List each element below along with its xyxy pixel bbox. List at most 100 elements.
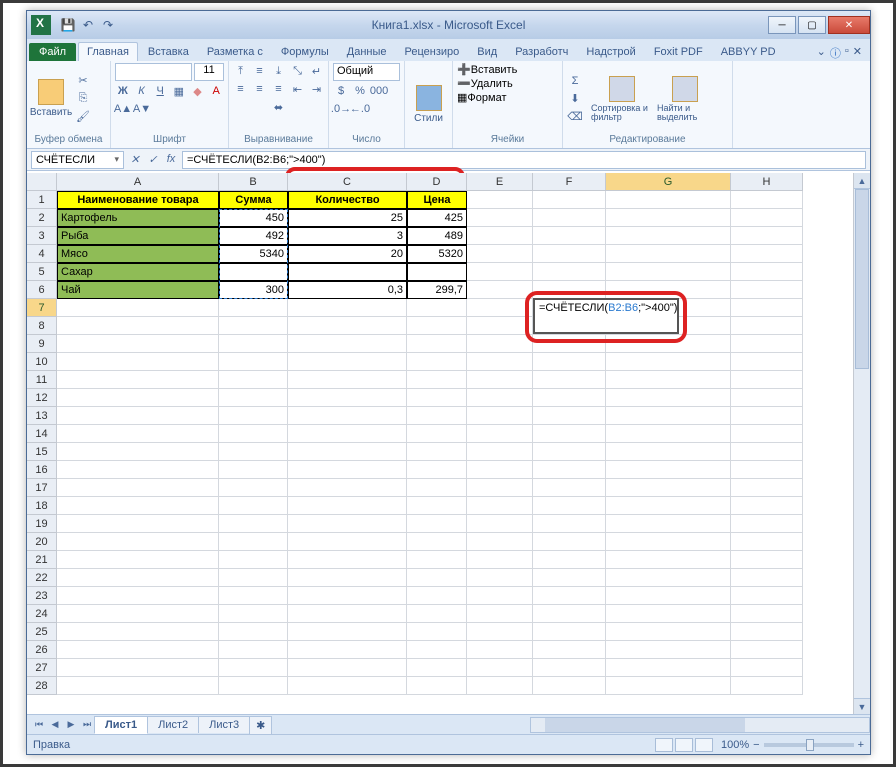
cell[interactable]	[288, 263, 407, 281]
cell[interactable]	[606, 245, 731, 263]
cell[interactable]	[219, 353, 288, 371]
cell[interactable]	[288, 533, 407, 551]
dec-increase-icon[interactable]: .0→	[333, 101, 349, 117]
cell[interactable]	[219, 605, 288, 623]
cell[interactable]	[407, 533, 467, 551]
cell[interactable]	[606, 569, 731, 587]
cell[interactable]	[467, 677, 533, 695]
align-middle-icon[interactable]: ≡	[252, 63, 268, 79]
cell[interactable]	[467, 389, 533, 407]
vertical-scrollbar[interactable]: ▲ ▼	[853, 173, 870, 714]
cell[interactable]	[407, 623, 467, 641]
cell[interactable]	[731, 245, 803, 263]
cell[interactable]	[57, 335, 219, 353]
horizontal-scrollbar[interactable]	[530, 717, 870, 733]
cell[interactable]	[57, 425, 219, 443]
cell[interactable]	[731, 587, 803, 605]
cell[interactable]	[288, 443, 407, 461]
sort-filter-button[interactable]: Сортировка и фильтр	[591, 76, 653, 122]
cell[interactable]	[407, 299, 467, 317]
cell[interactable]	[57, 551, 219, 569]
cell[interactable]	[731, 353, 803, 371]
cell[interactable]	[731, 677, 803, 695]
cell[interactable]	[467, 245, 533, 263]
cell[interactable]	[288, 659, 407, 677]
cell[interactable]	[731, 479, 803, 497]
tab-developer[interactable]: Разработч	[507, 43, 576, 61]
paste-button[interactable]: Вставить	[31, 79, 71, 118]
row-header[interactable]: 13	[27, 407, 57, 425]
cell[interactable]: Мясо	[57, 245, 219, 263]
tab-addins[interactable]: Надстрой	[578, 43, 643, 61]
cell[interactable]	[219, 623, 288, 641]
cell[interactable]	[533, 605, 606, 623]
number-format-combo[interactable]: Общий	[333, 63, 400, 81]
cell[interactable]	[731, 605, 803, 623]
cell[interactable]	[219, 641, 288, 659]
row-header[interactable]: 28	[27, 677, 57, 695]
window-restore-icon[interactable]: ▫	[845, 45, 849, 61]
name-box[interactable]: СЧЁТЕСЛИ▾	[31, 151, 124, 169]
cell[interactable]	[467, 335, 533, 353]
cell[interactable]: 450	[219, 209, 288, 227]
cell[interactable]	[731, 317, 803, 335]
row-header[interactable]: 24	[27, 605, 57, 623]
zoom-level[interactable]: 100%	[721, 739, 749, 751]
cell[interactable]	[606, 263, 731, 281]
cell[interactable]	[288, 623, 407, 641]
decrease-font-icon[interactable]: A▼	[134, 101, 150, 117]
cell[interactable]	[533, 551, 606, 569]
row-header[interactable]: 2	[27, 209, 57, 227]
cell[interactable]	[57, 443, 219, 461]
cell[interactable]	[731, 533, 803, 551]
sheet-tab-3[interactable]: Лист3	[198, 716, 250, 733]
tab-formulas[interactable]: Формулы	[273, 43, 337, 61]
tab-abbyy[interactable]: ABBYY PD	[713, 43, 784, 61]
comma-icon[interactable]: 000	[371, 83, 387, 99]
cell[interactable]	[731, 551, 803, 569]
cell[interactable]	[606, 281, 731, 299]
cell[interactable]	[288, 497, 407, 515]
cell[interactable]	[467, 587, 533, 605]
cell[interactable]	[407, 515, 467, 533]
maximize-button[interactable]: ▢	[798, 16, 826, 34]
tab-review[interactable]: Рецензиро	[397, 43, 468, 61]
cell[interactable]	[407, 677, 467, 695]
tab-view[interactable]: Вид	[469, 43, 505, 61]
cell[interactable]	[533, 533, 606, 551]
italic-button[interactable]: К	[134, 83, 150, 99]
cell[interactable]	[57, 353, 219, 371]
cell[interactable]	[57, 659, 219, 677]
tab-nav-last-icon[interactable]: ⏭	[79, 719, 95, 730]
cell[interactable]	[219, 407, 288, 425]
cell[interactable]	[533, 263, 606, 281]
cell[interactable]	[407, 263, 467, 281]
cell[interactable]: Чай	[57, 281, 219, 299]
cell[interactable]: 3	[288, 227, 407, 245]
redo-button[interactable]: ↷	[99, 16, 117, 34]
cell[interactable]	[219, 371, 288, 389]
cell[interactable]	[219, 587, 288, 605]
col-header-B[interactable]: B	[219, 173, 288, 191]
help-icon[interactable]: ⓘ	[830, 45, 841, 61]
row-header[interactable]: 27	[27, 659, 57, 677]
cell[interactable]	[57, 461, 219, 479]
cell[interactable]	[57, 317, 219, 335]
cell[interactable]	[606, 479, 731, 497]
cell[interactable]	[407, 317, 467, 335]
zoom-out-icon[interactable]: −	[753, 739, 759, 751]
cell[interactable]	[407, 389, 467, 407]
cell[interactable]	[467, 659, 533, 677]
cell[interactable]	[288, 677, 407, 695]
cell[interactable]	[533, 389, 606, 407]
cell[interactable]	[533, 659, 606, 677]
cell[interactable]	[533, 425, 606, 443]
cell[interactable]	[467, 371, 533, 389]
cell[interactable]	[467, 461, 533, 479]
cell[interactable]	[533, 461, 606, 479]
cell[interactable]	[57, 407, 219, 425]
row-header[interactable]: 3	[27, 227, 57, 245]
cell[interactable]	[731, 497, 803, 515]
view-pagebreak-button[interactable]	[695, 738, 713, 752]
cell[interactable]	[467, 425, 533, 443]
